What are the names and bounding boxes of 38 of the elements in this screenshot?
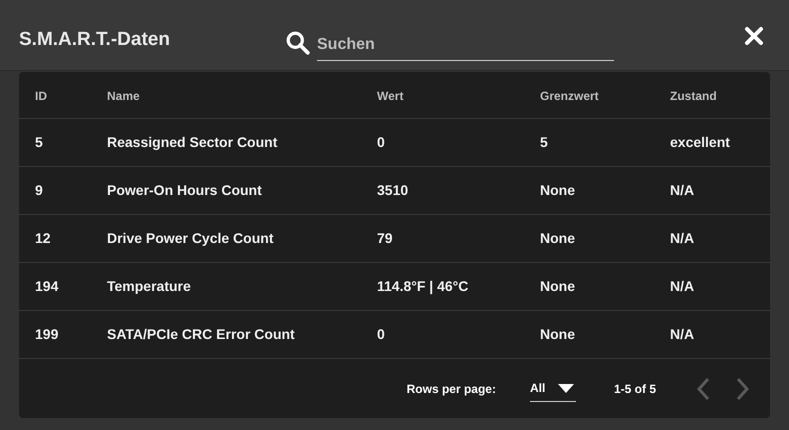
column-header: Grenzwert [540, 88, 599, 102]
dialog-title: S.M.A.R.T.-Daten [19, 28, 171, 52]
table-cell: 3510 [377, 182, 408, 198]
table-cell: N/A [670, 230, 694, 246]
table-cell: N/A [670, 182, 694, 198]
table-cell: 114.8°F | 46°C [377, 278, 468, 294]
table-cell: N/A [670, 278, 694, 294]
column-header: Wert [377, 88, 404, 102]
table-cell: 5 [540, 134, 548, 150]
table-cell: None [540, 278, 575, 294]
search-field[interactable]: Suchen [317, 30, 614, 61]
table-cell: None [540, 326, 575, 342]
page-range: 1-5 of 5 [614, 380, 656, 398]
table-cell: 199 [35, 326, 58, 342]
table-cell: Power-On Hours Count [107, 182, 262, 198]
table-cell: 0 [377, 134, 385, 150]
table-cell: 194 [35, 278, 58, 294]
column-header: Zustand [670, 88, 717, 102]
rows-per-page-select[interactable]: All [530, 376, 576, 402]
close-button[interactable] [744, 26, 764, 46]
table-cell: 79 [377, 230, 393, 246]
table-cell: 12 [35, 230, 51, 246]
caret-icon [558, 384, 574, 392]
table-cell: Reassigned Sector Count [107, 134, 278, 150]
rows-per-page-label: Rows per page: [406, 380, 496, 398]
table-cell: excellent [670, 134, 730, 150]
table-cell: N/A [670, 326, 694, 342]
table-cell: 5 [35, 134, 43, 150]
table-cell: 9 [35, 182, 43, 198]
table-cell: SATA/PCIe CRC Error Count [107, 326, 295, 342]
table-cell: Drive Power Cycle Count [107, 230, 274, 246]
search-icon [285, 30, 311, 56]
column-header: ID [35, 88, 47, 102]
table-cell: Temperature [107, 278, 191, 294]
column-header: Name [107, 88, 140, 102]
table-cell: 0 [377, 326, 385, 342]
table-cell: None [540, 230, 575, 246]
table-cell: None [540, 182, 575, 198]
